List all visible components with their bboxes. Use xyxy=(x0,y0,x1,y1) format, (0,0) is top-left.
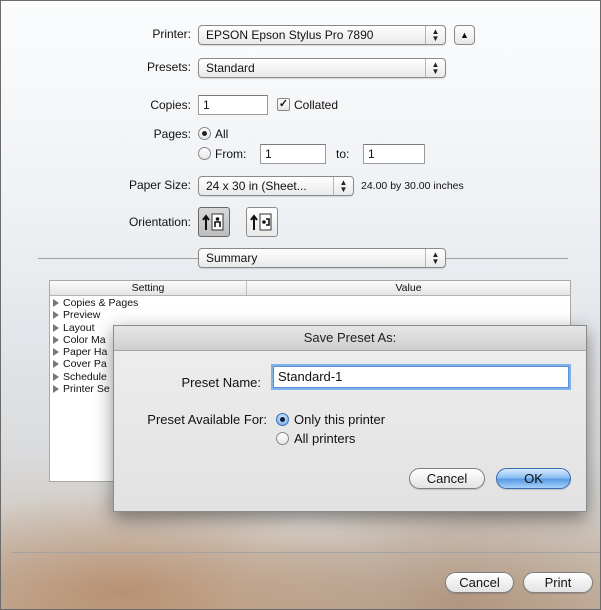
popup-arrows-icon: ▲ ▼ xyxy=(425,59,445,77)
disclosure-triangle-icon xyxy=(53,385,59,394)
presets-label: Presets: xyxy=(146,60,191,74)
preset-name-input[interactable]: Standard-1 xyxy=(273,366,569,388)
printer-popup[interactable]: EPSON Epson Stylus Pro 7890 ▲ ▼ xyxy=(198,25,446,45)
disclosure-triangle-icon xyxy=(53,323,59,332)
disclosure-triangle-icon xyxy=(53,360,59,369)
divider-left xyxy=(38,258,198,259)
disclosure-button[interactable]: ▲ xyxy=(454,25,475,45)
presets-popup[interactable]: Standard ▲ ▼ xyxy=(198,58,446,78)
only-this-printer-label: Only this printer xyxy=(294,412,386,427)
dialog-cancel-button[interactable]: Cancel xyxy=(409,468,485,489)
copies-label: Copies: xyxy=(150,98,191,112)
column-header-setting[interactable]: Setting xyxy=(50,281,247,295)
pages-from-label: From: xyxy=(215,147,247,161)
portrait-button[interactable] xyxy=(198,207,230,237)
popup-arrows-icon: ▲ ▼ xyxy=(333,177,353,195)
pages-to-field[interactable]: 1 xyxy=(363,144,425,164)
portrait-icon xyxy=(202,213,224,231)
table-row[interactable]: Preview xyxy=(53,309,138,321)
presets-value: Standard xyxy=(206,61,255,75)
collated-checkbox[interactable]: ✓ xyxy=(277,98,290,111)
landscape-icon xyxy=(250,213,272,231)
popup-arrows-icon: ▲ ▼ xyxy=(425,249,445,267)
paper-dimensions: 24.00 by 30.00 inches xyxy=(361,180,464,192)
collated-label: Collated xyxy=(294,98,339,112)
copies-field[interactable]: 1 xyxy=(198,95,268,115)
cancel-button[interactable]: Cancel xyxy=(445,572,514,593)
print-dialog: Printer: EPSON Epson Stylus Pro 7890 ▲ ▼ … xyxy=(0,0,601,610)
ok-button[interactable]: OK xyxy=(496,468,571,489)
disclosure-triangle-icon xyxy=(53,348,59,357)
landscape-button[interactable] xyxy=(246,207,278,237)
panel-value: Summary xyxy=(206,251,258,265)
pages-from-radio[interactable] xyxy=(198,147,211,160)
triangle-up-icon: ▲ xyxy=(460,30,469,40)
column-header-value[interactable]: Value xyxy=(247,281,570,295)
disclosure-triangle-icon xyxy=(53,311,59,320)
preset-name-label: Preset Name: xyxy=(181,375,261,390)
disclosure-triangle-icon xyxy=(53,335,59,344)
disclosure-triangle-icon xyxy=(53,372,59,381)
preset-available-label: Preset Available For: xyxy=(147,412,267,427)
pages-all-radio[interactable] xyxy=(198,127,211,140)
pages-from-field[interactable]: 1 xyxy=(260,144,326,164)
all-printers-label: All printers xyxy=(294,431,356,446)
divider-right xyxy=(446,258,568,259)
print-button[interactable]: Print xyxy=(523,572,593,593)
popup-arrows-icon: ▲ ▼ xyxy=(425,26,445,44)
pages-to-label: to: xyxy=(336,147,350,161)
printer-label: Printer: xyxy=(152,27,191,41)
dialog-title: Save Preset As: xyxy=(114,326,586,351)
printer-value: EPSON Epson Stylus Pro 7890 xyxy=(206,28,374,42)
panel-popup[interactable]: Summary ▲ ▼ xyxy=(198,248,446,268)
bottom-divider xyxy=(11,552,600,553)
paper-size-value: 24 x 30 in (Sheet... xyxy=(206,179,307,193)
orientation-label: Orientation: xyxy=(128,215,191,229)
all-printers-radio[interactable] xyxy=(276,432,289,445)
save-preset-dialog: Save Preset As: Preset Name: Standard-1 … xyxy=(113,325,587,512)
paper-size-popup[interactable]: 24 x 30 in (Sheet... ▲ ▼ xyxy=(198,176,354,196)
pages-label: Pages: xyxy=(153,127,191,141)
disclosure-triangle-icon xyxy=(53,299,59,307)
pages-all-label: All xyxy=(215,127,229,141)
table-row[interactable]: Copies & Pages xyxy=(53,297,138,309)
paper-size-label: Paper Size: xyxy=(128,178,191,192)
table-header: Setting Value xyxy=(50,281,570,296)
only-this-printer-radio[interactable] xyxy=(276,413,289,426)
